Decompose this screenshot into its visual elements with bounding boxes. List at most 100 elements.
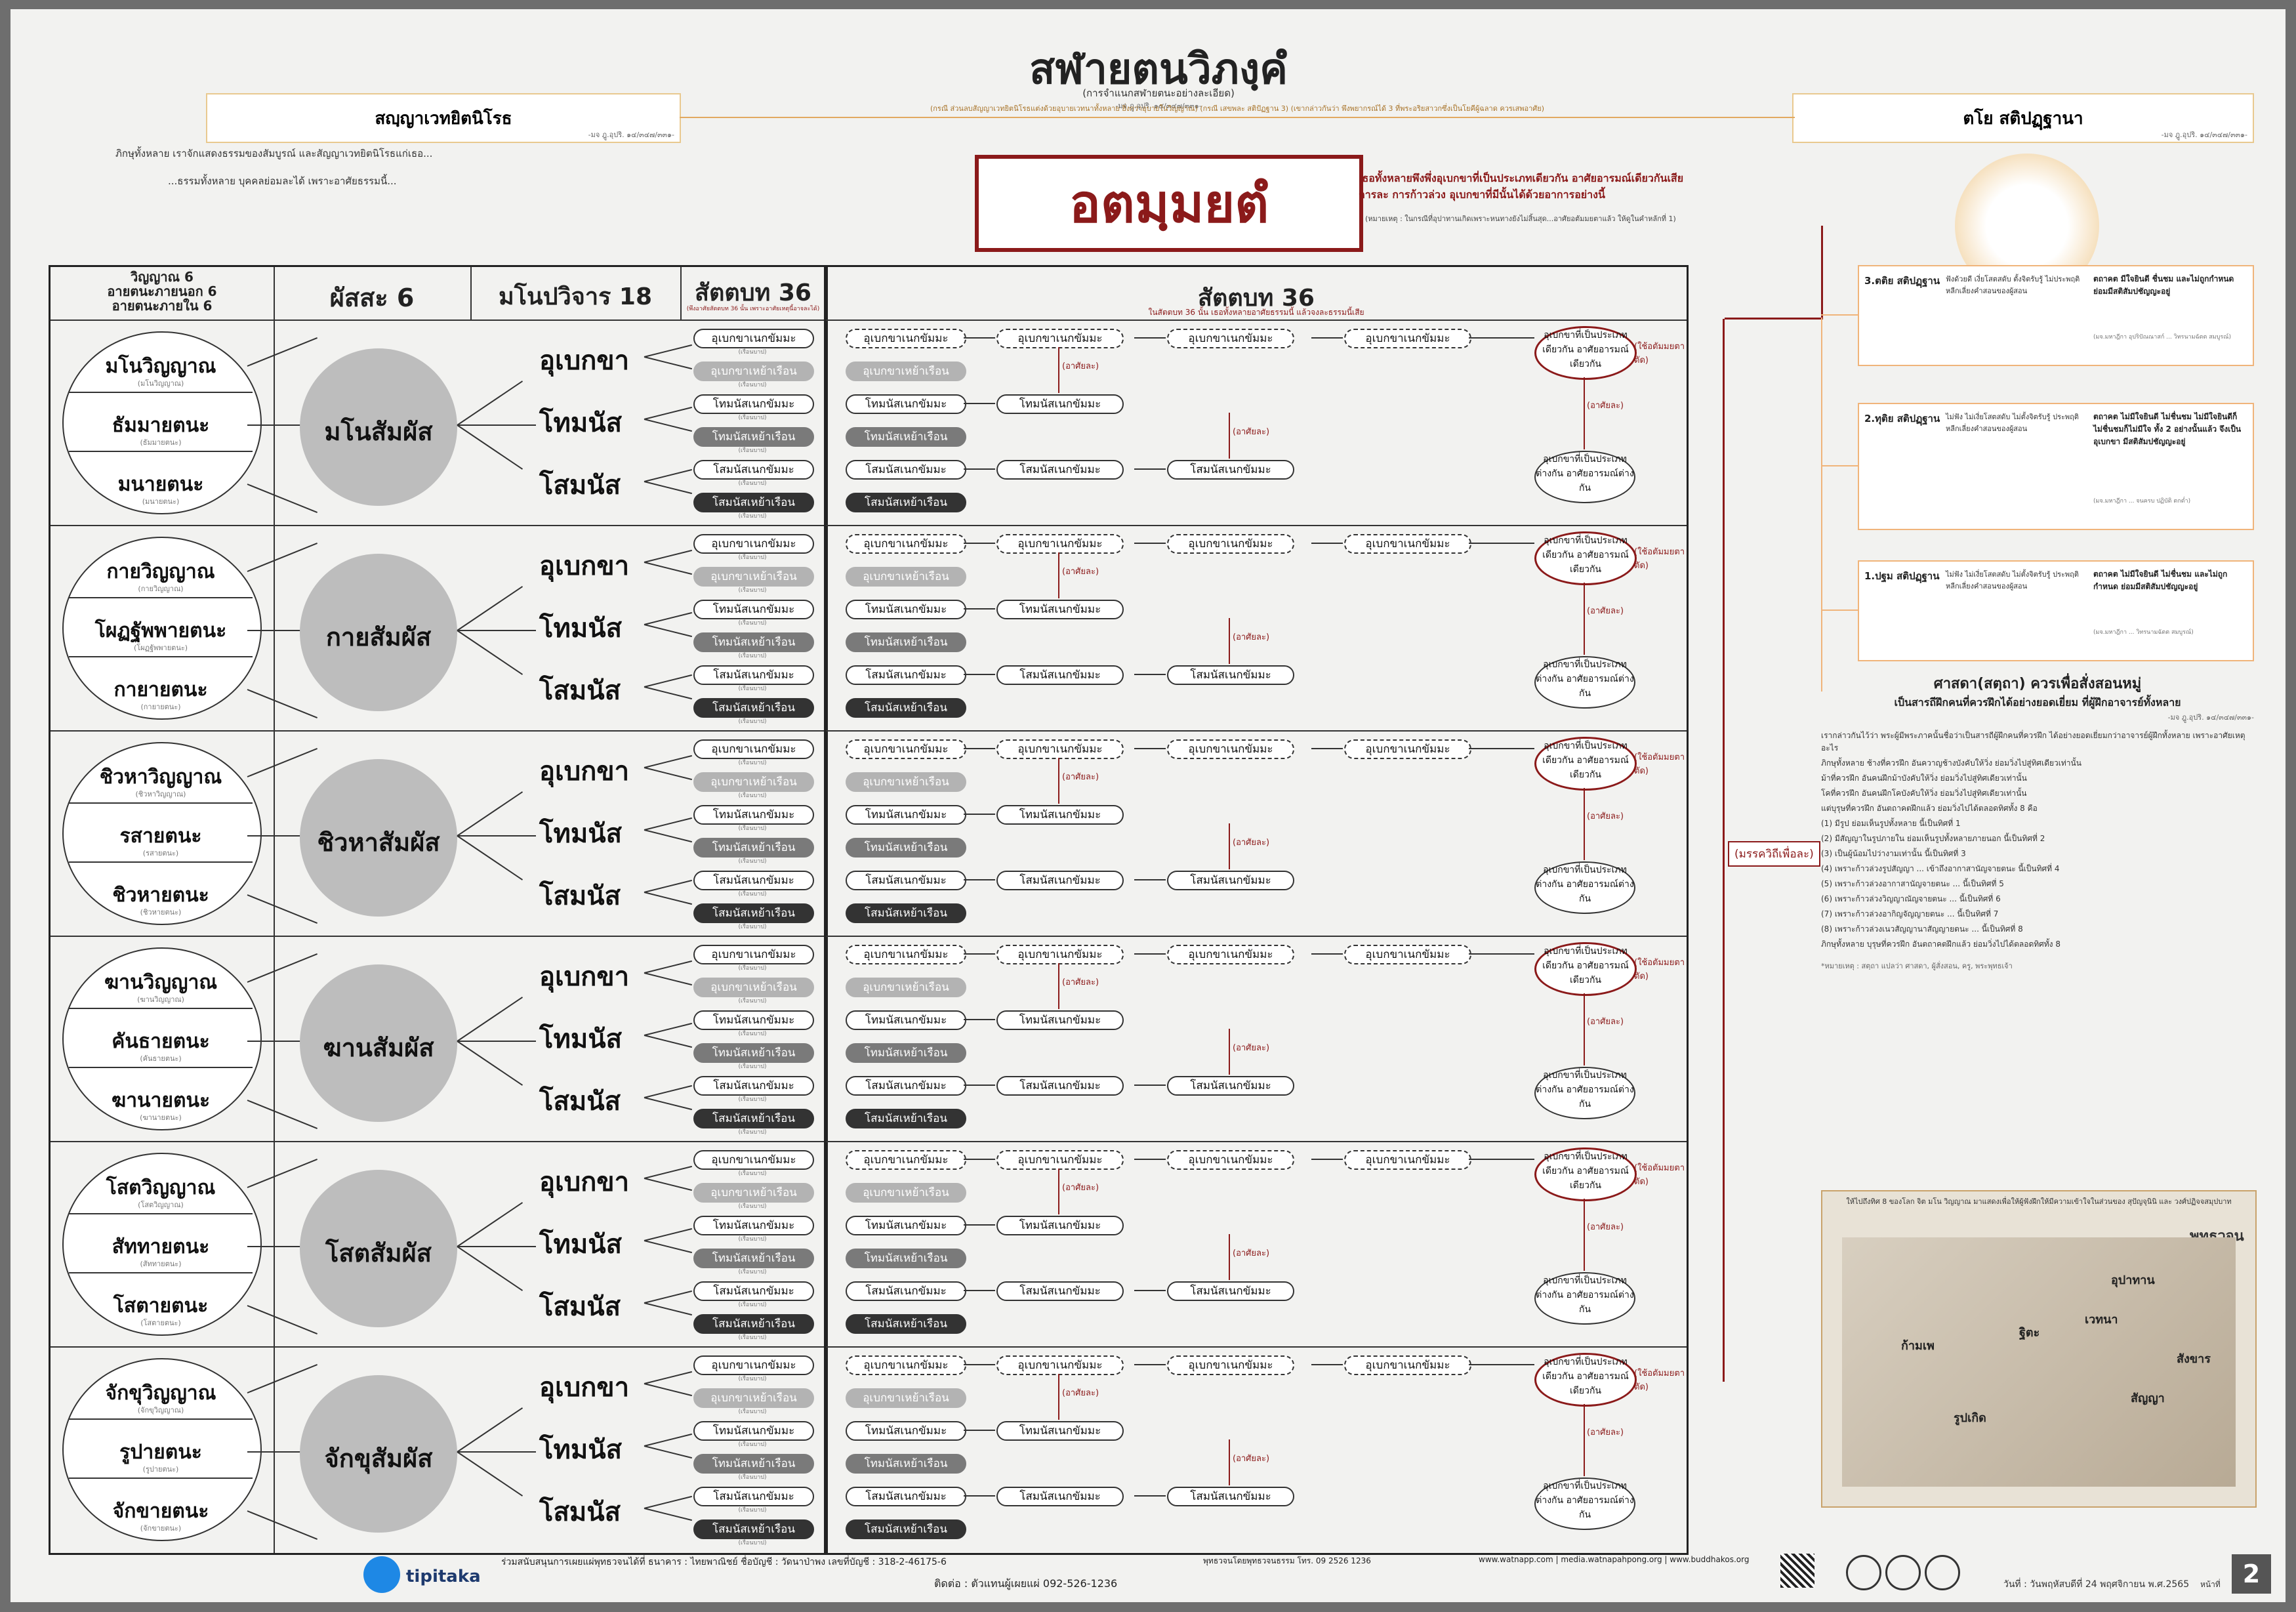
sense-divider <box>69 597 253 598</box>
vicara-label: โทมนัส <box>539 407 622 438</box>
chain-arrow <box>1311 337 1343 339</box>
pill-arrow <box>644 754 693 768</box>
red-link <box>1229 413 1230 459</box>
red-label: (ใช้อตัมมยตาตัด) <box>1634 1163 1685 1187</box>
vicara-arrow <box>457 835 523 880</box>
satta-pill: โทมนัสเหย้าเรือน <box>693 1454 814 1474</box>
teacher-line: ภิกษุทั้งหลาย บุรุษที่ควรฝึก อันตถาคตฝึก… <box>1821 940 2060 949</box>
pill-arrow <box>644 419 693 432</box>
red-label: (ใช้อตัมมยตาตัด) <box>1634 547 1685 571</box>
pill-arrow <box>644 1035 693 1048</box>
red-link <box>1058 758 1059 804</box>
red-link <box>1058 1168 1059 1214</box>
satta-pill-sub: (เรือนบาป) <box>738 1376 767 1382</box>
satta-pill: อุเบกขาเนกขัมมะ <box>693 1150 814 1170</box>
chain-pill: อุเบกขาเนกขัมมะ <box>1344 329 1471 348</box>
red-link <box>1229 823 1230 869</box>
vicara-arrow <box>457 1451 523 1497</box>
col-header-vinnana-3: อายตนะภายใน 6 <box>112 298 213 314</box>
chain-arrow <box>1134 674 1166 675</box>
chain-pill: โสมนัสเนกขัมมะ <box>1167 1487 1294 1506</box>
chain-arrow <box>1311 1364 1343 1365</box>
row-divider <box>826 936 1687 937</box>
chain-arrow <box>1469 1159 1534 1160</box>
chain-pill: อุเบกขาเนกขัมมะ <box>1167 739 1294 759</box>
red-link <box>1584 1199 1585 1271</box>
satta-pill-sub: (เรือนบาป) <box>738 480 767 487</box>
red-label: (ใช้อตัมมยตาตัด) <box>1634 342 1685 365</box>
attach-label: (อาศัยละ) <box>1233 838 1270 848</box>
vicara-arrow <box>457 1041 536 1042</box>
divider <box>826 320 1687 321</box>
red-link <box>1584 993 1585 1065</box>
chain-arrow <box>1311 1159 1343 1160</box>
sati-panel-b: ตถาคต ไม่มีใจยินดี ไม่ชื่นชม ไม่มีใจยินด… <box>2093 412 2242 446</box>
marga-line-top <box>1725 318 1823 320</box>
vicara-label: โทมนัส <box>539 818 622 849</box>
col-header-vinnana-2: อายตนะภายนอก 6 <box>107 283 217 299</box>
vicara-arrow <box>457 1246 536 1247</box>
satta-pill-sub: (เรือนบาป) <box>738 686 767 692</box>
rt-pill: โทมนัสเนกขัมมะ <box>846 1421 966 1441</box>
chain-pill: โสมนัสเนกขัมมะ <box>996 1076 1124 1096</box>
red-link <box>1229 1234 1230 1280</box>
vicara-label: โทมนัส <box>539 1023 622 1054</box>
tipitaka-logo-icon <box>363 1556 400 1593</box>
rt-pill: โทมนัสเหย้าเรือน <box>846 632 966 652</box>
phassa-name: โสตสัมผัส <box>325 1238 432 1268</box>
chain-pill: โสมนัสเนกขัมมะ <box>1167 871 1294 890</box>
sense-divider <box>69 1213 253 1214</box>
attach-label: (อาศัยละ) <box>1062 1183 1099 1193</box>
rt-pill: อุเบกขาเนกขัมมะ <box>846 945 966 964</box>
red-link <box>1058 1374 1059 1420</box>
satta-pill: โสมนัสเนกขัมมะ <box>693 1281 814 1301</box>
row-divider <box>51 1346 826 1348</box>
rt-pill: อุเบกขาเนกขัมมะ <box>846 1355 966 1375</box>
satta-pill-sub: (เรือนบาป) <box>738 1507 767 1514</box>
satta-pill: โสมนัสเนกขัมมะ <box>693 871 814 890</box>
sense-divider <box>69 1418 253 1420</box>
rt-pill: อุเบกขาเหย้าเรือน <box>846 772 966 792</box>
satta-pill: โสมนัสเหย้าเรือน <box>693 1109 814 1128</box>
teacher-line: (8) เพราะก้าวล่วงเนวสัญญานาสัญญายตนะ ...… <box>1821 924 2023 934</box>
row-divider <box>826 730 1687 732</box>
chain-pill: อุเบกขาเนกขัมมะ <box>1167 329 1294 348</box>
attach-label: (อาศัยละ) <box>1587 812 1624 821</box>
divider <box>51 320 826 321</box>
illustration-word: เวทนา <box>2085 1313 2118 1327</box>
chain-arrow <box>1134 953 1166 955</box>
teacher-line: (7) เพราะก้าวล่วงอากิญจัญญายตนะ ... นี้เ… <box>1821 909 1999 919</box>
attach-label: (อาศัยละ) <box>1062 978 1099 987</box>
satta-pill-sub: (เรือนบาป) <box>738 1474 767 1481</box>
satta-pill: อุเบกขาเหย้าเรือน <box>693 978 814 997</box>
chain-arrow <box>964 468 995 470</box>
row-divider <box>826 525 1687 526</box>
chain-arrow <box>1311 543 1343 544</box>
satta-pill-sub: (เรือนบาป) <box>738 718 767 725</box>
satta-pill: โทมนัสเนกขัมมะ <box>693 1216 814 1235</box>
vicara-label: โสมนัส <box>539 1291 621 1322</box>
red-upekkha-top: อุเบกขาที่เป็นประเภทเดียวกัน อาศัยอารมณ์… <box>1534 942 1637 996</box>
vicara-label: โสมนัส <box>539 880 621 911</box>
red-upekkha-top: อุเบกขาที่เป็นประเภทเดียวกัน อาศัยอารมณ์… <box>1534 737 1637 791</box>
attach-label: (อาศัยละ) <box>1233 1454 1270 1464</box>
row-divider <box>51 730 826 732</box>
vicara-label: อุเบกขา <box>539 756 630 787</box>
rt-pill: โสมนัสเหย้าเรือน <box>846 1109 966 1128</box>
vicara-arrow <box>457 424 523 470</box>
satta-pill-sub: (เรือนบาป) <box>738 349 767 356</box>
chain-pill: โสมนัสเนกขัมมะ <box>1167 460 1294 480</box>
row-divider <box>51 1141 826 1142</box>
vicara-label: โทมนัส <box>539 1229 622 1260</box>
illustration-word: สัญญา <box>2131 1392 2165 1405</box>
pill-arrow <box>644 1022 693 1036</box>
chain-arrow <box>964 1430 995 1431</box>
marga-label: (มรรควิถีเพื่อละ) <box>1728 841 1820 867</box>
satta-pill-sub: (เรือนบาป) <box>738 382 767 388</box>
vicara-arrow <box>457 791 523 837</box>
attach-label: (อาศัยละ) <box>1233 1249 1270 1258</box>
satta-pill: โสมนัสเหย้าเรือน <box>693 493 814 512</box>
sense-divider <box>69 392 253 393</box>
satta-pill: โทมนัสเนกขัมมะ <box>693 600 814 619</box>
chain-pill: โทมนัสเนกขัมมะ <box>996 394 1124 414</box>
